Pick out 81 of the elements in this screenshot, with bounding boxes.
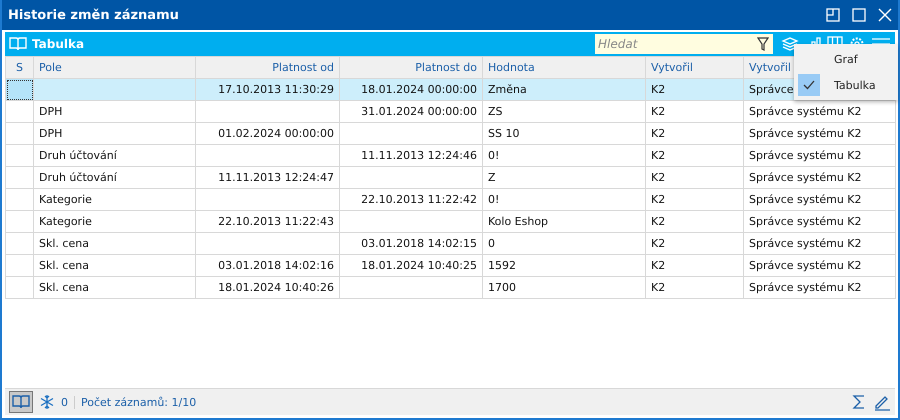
table-row[interactable]: DPH 31.01.2024 00:00:00 ZS K2 Správce systému K2 [6,100,896,122]
restore-icon[interactable] [826,8,840,22]
table-cell: Správce systému K2 [744,276,896,298]
table-cell: 18.01.2024 00:00:00 [340,78,482,100]
table-cell: Kolo Eshop [482,210,646,232]
table-cell: Druh účtování [34,144,196,166]
table-row[interactable]: Skl. cena 18.01.2024 10:40:26 1700 K2 Správce systému K2 [6,276,896,298]
table-cell: Správce systému K2 [744,188,896,210]
layers-icon[interactable] [781,36,799,52]
column-header[interactable]: S [6,56,34,78]
table-cell: Správce systému K2 [744,122,896,144]
window-title: Historie změn záznamu [8,8,180,22]
table-cell: 03.01.2018 14:02:16 [196,254,340,276]
table-cell: K2 [646,210,744,232]
view-title: Tabulka [32,37,84,51]
table-cell: K2 [646,166,744,188]
table-cell: K2 [646,232,744,254]
table-cell: K2 [646,100,744,122]
book-icon [12,393,30,411]
table-cell: Správce systému K2 [744,144,896,166]
table-cell: Skl. cena [34,254,196,276]
table-cell: Správce systému K2 [744,166,896,188]
table-cell: 0! [482,188,646,210]
table-row[interactable]: Skl. cena 03.01.2018 14:02:15 0 K2 Správce systému K2 [6,232,896,254]
column-header[interactable]: Hodnota [482,56,646,78]
table-cell: 22.10.2013 11:22:43 [196,210,340,232]
maximize-icon[interactable] [852,8,866,22]
focus-cell [6,78,34,100]
table-row[interactable]: Kategorie 22.10.2013 11:22:42 0! K2 Správce systému K2 [6,188,896,210]
table-cell: 03.01.2018 14:02:15 [340,232,482,254]
table-cell: 17.10.2013 11:30:29 [196,78,340,100]
table-cell: 01.02.2024 00:00:00 [196,122,340,144]
table-cell: SS 10 [482,122,646,144]
column-header[interactable]: Pole [34,56,196,78]
table-cell: Druh účtování [34,166,196,188]
table-cell: K2 [646,122,744,144]
table-cell: Správce systému K2 [744,232,896,254]
table-cell: Skl. cena [34,232,196,254]
menu-item[interactable]: Graf [794,46,898,72]
record-count: Počet záznamů: 1/10 [74,396,196,408]
table-cell: Správce systému K2 [744,254,896,276]
table-row[interactable]: Druh účtování 11.11.2013 12:24:47 Z K2 Správce systému K2 [6,166,896,188]
table-cell: 31.01.2024 00:00:00 [340,100,482,122]
table-cell: 0! [482,144,646,166]
close-icon[interactable] [878,8,892,22]
table-cell: DPH [34,100,196,122]
table-cell: K2 [646,276,744,298]
table-cell: 1700 [482,276,646,298]
table-cell: 11.11.2013 12:24:46 [340,144,482,166]
table-cell: K2 [646,78,744,100]
column-header[interactable]: Platnost do [340,56,482,78]
table-cell: Správce systému K2 [744,210,896,232]
table-row[interactable]: Druh účtování 11.11.2013 12:24:46 0! K2 Správce systému K2 [6,144,896,166]
table-cell: Kategorie [34,188,196,210]
table-cell: 11.11.2013 12:24:47 [196,166,340,188]
table-cell: 18.01.2024 10:40:26 [196,276,340,298]
table-cell: Z [482,166,646,188]
table-cell: 0 [482,232,646,254]
table-row[interactable]: Skl. cena 03.01.2018 14:02:16 18.01.2024 10:40:25 1592 K2 Správce systému K2 [6,254,896,276]
table-cell: ZS [482,100,646,122]
table-cell: Kategorie [34,210,196,232]
table-row[interactable]: Kategorie 22.10.2013 11:22:43 Kolo Eshop K2 Správce systému K2 [6,210,896,232]
snowflake-icon[interactable] [39,394,55,410]
frozen-count: 0 [61,396,68,408]
book-icon [9,35,27,53]
column-header[interactable]: Platnost od [196,56,340,78]
sigma-icon[interactable] [851,394,867,410]
table-cell: Změna [482,78,646,100]
filter-button[interactable] [753,34,773,54]
table-cell: 22.10.2013 11:22:42 [340,188,482,210]
table-view-button[interactable] [9,391,33,413]
table-cell: K2 [646,188,744,210]
column-header[interactable]: Vytvořil [646,56,744,78]
table-cell: K2 [646,254,744,276]
table-cell: 18.01.2024 10:40:25 [340,254,482,276]
table-cell: 1592 [482,254,646,276]
search-field[interactable]: Hledat [595,34,753,54]
table-cell: DPH [34,122,196,144]
table-cell: Skl. cena [34,276,196,298]
table-cell: K2 [646,144,744,166]
table-row[interactable]: DPH 01.02.2024 00:00:00 SS 10 K2 Správce systému K2 [6,122,896,144]
